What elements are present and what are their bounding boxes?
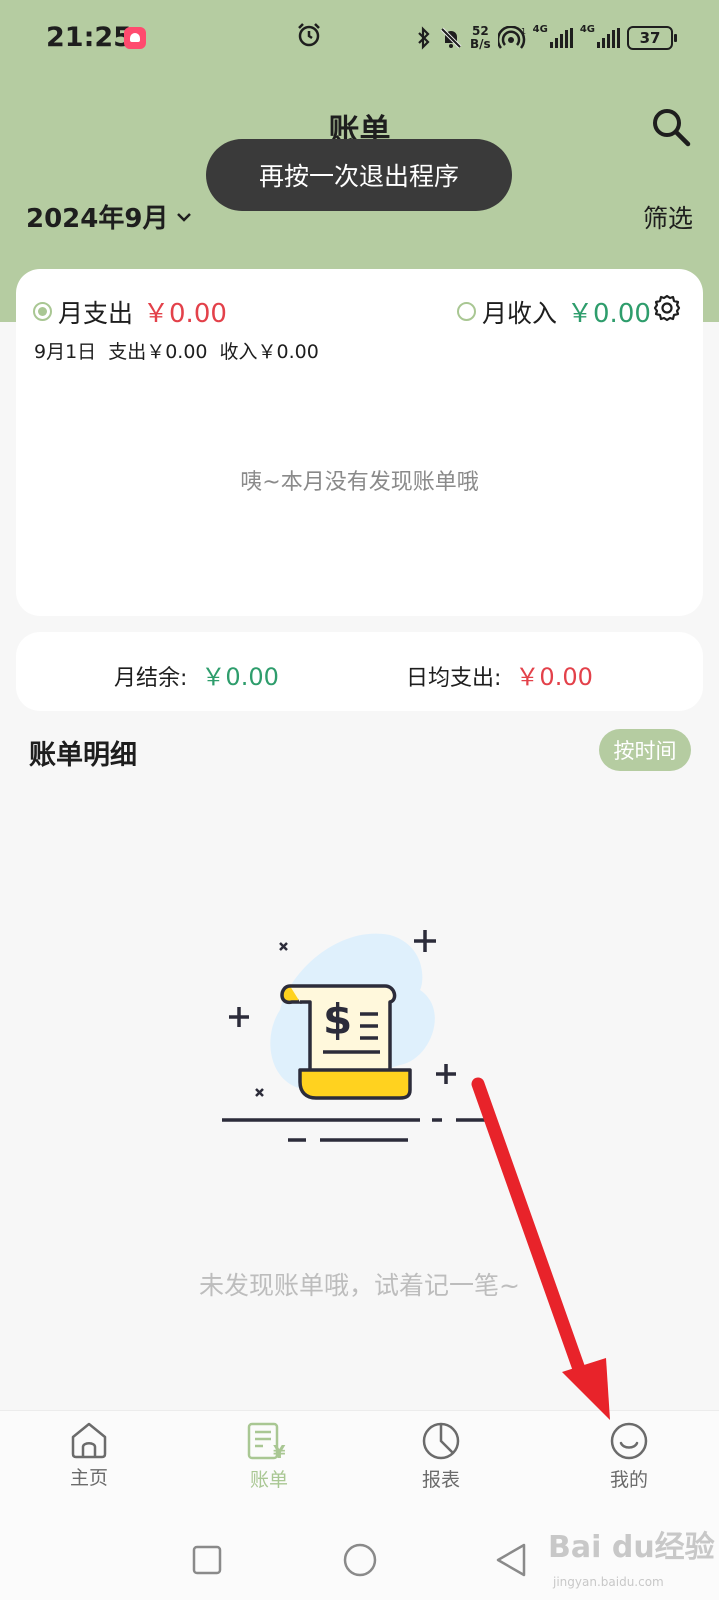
monthly-summary-card: 月支出 ￥0.00 月收入 ￥0.00 9月1日 支出￥0.00 收入￥0.00… xyxy=(16,269,703,616)
app-screen: 21:25 52 B/s 1 4G 4G 37 账单 2024年9月 筛选 再按… xyxy=(0,0,719,1600)
smile-icon xyxy=(610,1422,648,1460)
network-speed: 52 B/s xyxy=(470,25,491,51)
svg-text:$: $ xyxy=(323,995,352,1044)
daily-average-expense: 日均支出: ￥0.00 xyxy=(406,657,593,692)
bluetooth-icon xyxy=(418,26,430,50)
pie-chart-icon xyxy=(422,1422,460,1460)
bottom-navigation: 主页 ¥ 账单 报表 我的 xyxy=(0,1410,719,1521)
sim2-network-type: 4G xyxy=(579,24,595,35)
nav-bills-label: 账单 xyxy=(249,1469,288,1491)
daily-average-label: 日均支出: xyxy=(406,666,502,691)
monthly-balance-label: 月结余: xyxy=(114,666,188,691)
daily-date: 9月1日 xyxy=(34,341,97,363)
monthly-income-label: 月收入 xyxy=(482,298,558,328)
bill-icon: ¥ xyxy=(247,1422,286,1461)
battery-indicator: 37 xyxy=(627,26,677,50)
back-icon[interactable] xyxy=(494,1542,528,1578)
balance-card: 月结余: ￥0.00 日均支出: ￥0.00 xyxy=(16,632,703,711)
radio-unchecked-icon xyxy=(457,302,476,321)
radio-checked-icon xyxy=(33,302,52,321)
month-label: 2024年9月 xyxy=(26,204,169,234)
home-icon xyxy=(71,1422,107,1459)
home-circle-icon[interactable] xyxy=(342,1542,378,1578)
daily-average-value: ￥0.00 xyxy=(515,663,593,691)
svg-text:1: 1 xyxy=(521,27,526,36)
daily-income: 收入￥0.00 xyxy=(219,341,319,363)
nav-profile-label: 我的 xyxy=(609,1469,648,1491)
nav-bills[interactable]: ¥ 账单 xyxy=(209,1421,329,1492)
baidu-watermark-url: jingyan.baidu.com xyxy=(553,1575,664,1589)
monthly-expense-label: 月支出 xyxy=(58,298,134,328)
filter-button[interactable]: 筛选 xyxy=(643,199,693,235)
recent-apps-icon[interactable] xyxy=(191,1544,223,1576)
sim2-signal-icon xyxy=(597,28,620,48)
daily-expense: 支出￥0.00 xyxy=(108,341,208,363)
nav-reports[interactable]: 报表 xyxy=(381,1421,501,1492)
sort-by-time-button[interactable]: 按时间 xyxy=(599,729,691,771)
mute-bell-icon xyxy=(440,27,462,49)
status-time: 21:25 xyxy=(46,22,132,53)
sim1-signal-icon xyxy=(549,28,573,48)
status-indicators: 52 B/s 1 4G 4G 37 xyxy=(416,18,677,58)
baidu-watermark: Bai du经验 xyxy=(548,1530,715,1565)
empty-bill-hint: 未发现账单哦，试着记一笔~ xyxy=(199,1271,520,1300)
exit-toast: 再按一次退出程序 xyxy=(206,139,512,211)
status-bar: 21:25 52 B/s 1 4G 4G 37 xyxy=(0,0,719,76)
monthly-expense-toggle[interactable]: 月支出 ￥0.00 xyxy=(33,293,227,330)
monthly-income-toggle[interactable]: 月收入 ￥0.00 xyxy=(457,293,651,330)
gear-icon[interactable] xyxy=(653,294,681,322)
monthly-balance-value: ￥0.00 xyxy=(201,663,279,691)
bill-details-title: 账单明细 xyxy=(29,740,137,771)
chevron-down-icon xyxy=(177,212,192,222)
hotspot-icon: 1 xyxy=(497,26,526,49)
daily-summary-line: 9月1日 支出￥0.00 收入￥0.00 xyxy=(34,337,319,364)
monthly-expense-amount: ￥0.00 xyxy=(143,299,227,329)
nav-profile[interactable]: 我的 xyxy=(569,1421,689,1492)
month-selector[interactable]: 2024年9月 xyxy=(26,198,192,235)
network-speed-unit: B/s xyxy=(469,37,491,51)
nav-home-label: 主页 xyxy=(69,1467,108,1489)
sim1-network-type: 4G xyxy=(532,24,548,35)
empty-month-message: 咦~本月没有发现账单哦 xyxy=(240,470,479,495)
empty-bill-illustration: $ xyxy=(222,930,490,1142)
svg-text:¥: ¥ xyxy=(273,1442,286,1461)
monthly-balance: 月结余: ￥0.00 xyxy=(114,657,279,692)
alarm-icon xyxy=(298,23,320,47)
notification-app-icon xyxy=(124,27,146,49)
monthly-income-amount: ￥0.00 xyxy=(567,299,651,329)
nav-home[interactable]: 主页 xyxy=(29,1421,149,1490)
nav-reports-label: 报表 xyxy=(421,1469,460,1491)
search-icon[interactable] xyxy=(650,106,692,148)
